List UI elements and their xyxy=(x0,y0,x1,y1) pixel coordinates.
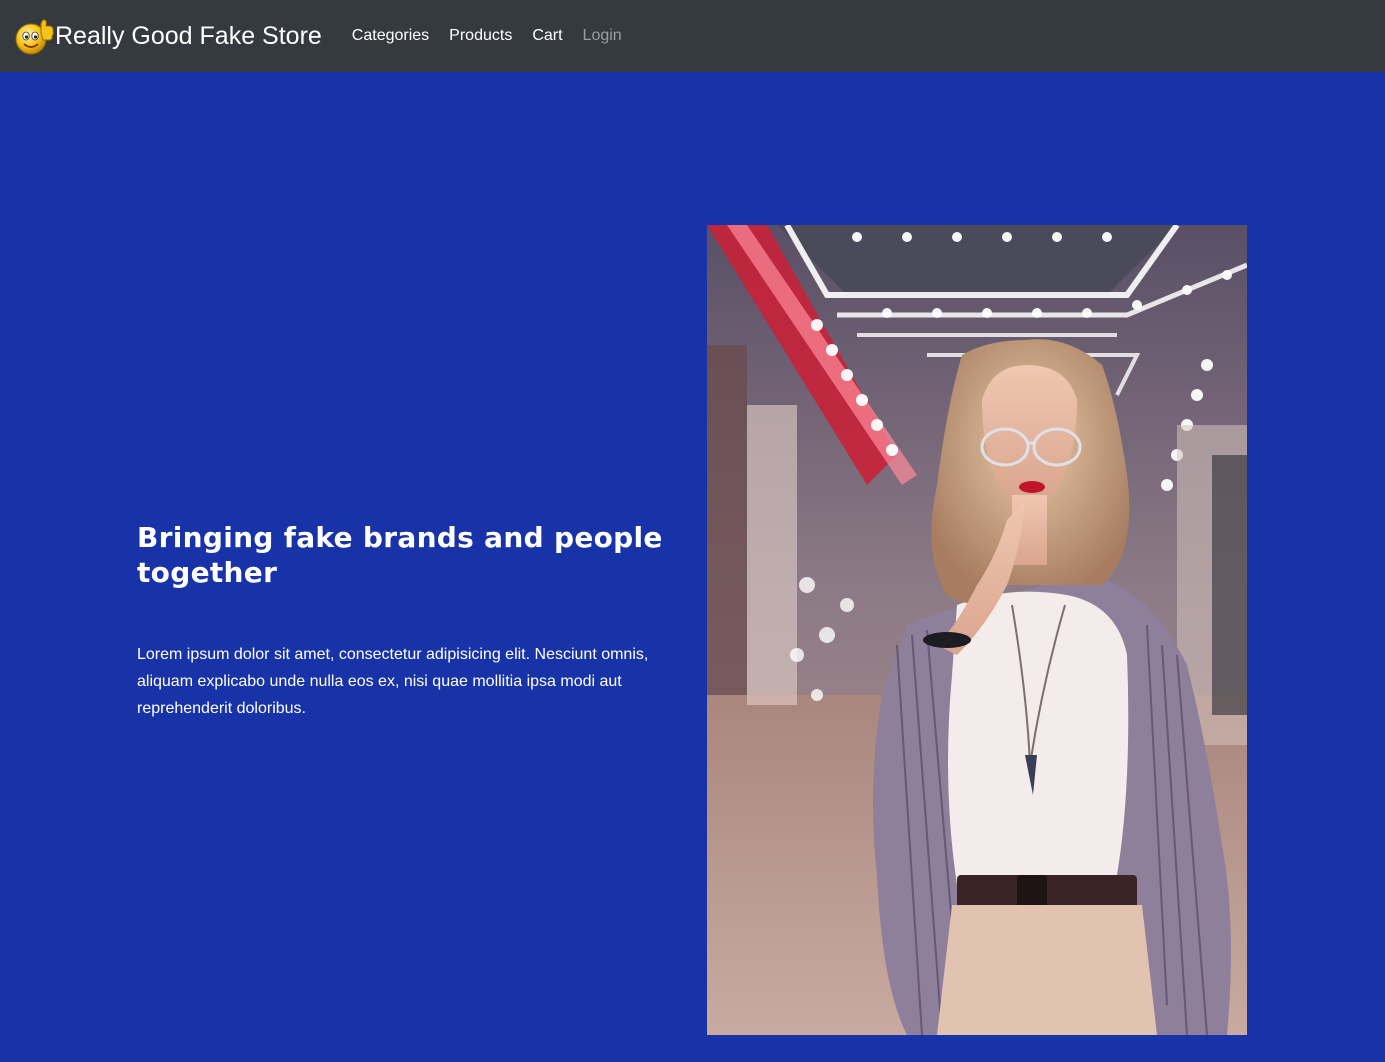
nav-link-categories[interactable]: Categories xyxy=(352,27,429,45)
nav-link-login[interactable]: Login xyxy=(583,27,622,45)
hero-heading: Bringing fake brands and people together xyxy=(137,521,663,589)
thumbs-up-smiley-icon xyxy=(15,19,54,55)
brand-link[interactable]: Really Good Fake Store xyxy=(14,15,322,57)
top-navbar: Really Good Fake Store Categories Produc… xyxy=(0,0,1385,72)
nav-link-cart[interactable]: Cart xyxy=(532,27,562,45)
brand-name: Really Good Fake Store xyxy=(55,21,322,50)
hero-text-block: Bringing fake brands and people together… xyxy=(137,520,677,722)
nav-links: Categories Products Cart Login xyxy=(352,27,642,45)
hero-paragraph: Lorem ipsum dolor sit amet, consectetur … xyxy=(137,646,649,717)
nav-link-products[interactable]: Products xyxy=(449,27,512,45)
hero-photo xyxy=(707,225,1247,1035)
hero-photo-illustration xyxy=(707,225,1247,1035)
